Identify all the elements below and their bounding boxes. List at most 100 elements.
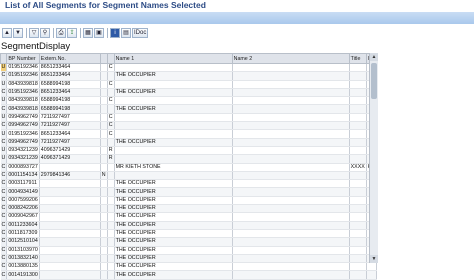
table-cell[interactable] bbox=[107, 221, 115, 230]
table-cell[interactable] bbox=[232, 212, 350, 222]
table-row[interactable]: C 0994962749 7211927497 THE OCCUPIER bbox=[0, 138, 377, 147]
table-cell[interactable] bbox=[232, 270, 350, 280]
table-row[interactable]: C 0994962749 7211927497 C bbox=[0, 121, 377, 131]
table-cell[interactable] bbox=[349, 237, 367, 247]
table-cell[interactable] bbox=[349, 80, 367, 89]
table-cell[interactable]: THE OCCUPIER bbox=[114, 104, 233, 114]
table-row[interactable]: C 0012510104 THE OCCUPIER bbox=[0, 237, 377, 247]
table-cell[interactable]: 0013880135 bbox=[6, 262, 40, 272]
table-row[interactable]: C 0001154134 2979841346 N bbox=[0, 171, 377, 181]
table-cell[interactable]: 6588994198 bbox=[39, 80, 101, 89]
table-cell[interactable] bbox=[39, 196, 101, 206]
table-row[interactable]: C 0013832140 THE OCCUPIER bbox=[0, 254, 377, 264]
table-cell[interactable]: 7211927497 bbox=[39, 113, 101, 123]
table-cell[interactable]: 7211927497 bbox=[39, 121, 101, 131]
table-cell[interactable] bbox=[349, 179, 367, 189]
table-cell[interactable] bbox=[107, 171, 115, 181]
table-cell[interactable] bbox=[100, 204, 108, 214]
table-cell[interactable] bbox=[349, 104, 367, 114]
table-cell[interactable]: THE OCCUPIER bbox=[114, 179, 233, 189]
table-cell[interactable] bbox=[114, 121, 233, 131]
layout-button[interactable]: ▦ bbox=[83, 27, 93, 38]
table-cell[interactable] bbox=[107, 229, 115, 239]
scroll-up-icon[interactable]: ▲ bbox=[370, 53, 378, 61]
scroll-down-icon[interactable]: ▼ bbox=[370, 255, 378, 263]
table-row[interactable]: C 0011233604 THE OCCUPIER bbox=[0, 221, 377, 230]
column-header[interactable] bbox=[99, 53, 108, 64]
table-row[interactable]: C 0008242206 THE OCCUPIER bbox=[0, 204, 377, 214]
table-cell[interactable]: 0934321239 bbox=[6, 154, 40, 164]
column-header[interactable]: Name 1 bbox=[113, 53, 233, 64]
table-cell[interactable]: C bbox=[107, 96, 115, 106]
table-cell[interactable] bbox=[232, 154, 350, 164]
table-cell[interactable]: 4096371429 bbox=[39, 146, 101, 156]
table-cell[interactable]: MR KIETH STONE bbox=[114, 163, 233, 172]
table-cell[interactable]: 0994962749 bbox=[6, 113, 40, 123]
table-cell[interactable] bbox=[349, 187, 367, 197]
table-cell[interactable] bbox=[100, 163, 108, 172]
table-cell[interactable] bbox=[39, 254, 101, 264]
table-row[interactable]: U 0934321239 4096371429 R bbox=[0, 154, 377, 164]
table-cell[interactable] bbox=[366, 270, 377, 280]
table-cell[interactable] bbox=[100, 129, 108, 139]
table-cell[interactable] bbox=[114, 154, 233, 164]
table-cell[interactable] bbox=[232, 262, 350, 272]
table-cell[interactable] bbox=[114, 129, 233, 139]
table-cell[interactable]: 6588994198 bbox=[39, 96, 101, 106]
table-cell[interactable] bbox=[39, 163, 101, 172]
table-cell[interactable]: 0013103970 bbox=[6, 246, 40, 255]
table-row[interactable]: C 0009042967 THE OCCUPIER bbox=[0, 212, 377, 222]
table-cell[interactable] bbox=[349, 121, 367, 131]
table-cell[interactable] bbox=[232, 63, 350, 73]
table-cell[interactable]: 0843939818 bbox=[6, 104, 40, 114]
table-row[interactable]: C 0011817309 THE OCCUPIER bbox=[0, 229, 377, 239]
table-cell[interactable] bbox=[114, 96, 233, 106]
table-cell[interactable] bbox=[232, 129, 350, 139]
table-cell[interactable] bbox=[107, 187, 115, 197]
table-cell[interactable] bbox=[232, 221, 350, 230]
scroll-thumb[interactable] bbox=[371, 63, 377, 99]
column-header[interactable]: Title bbox=[348, 53, 367, 64]
table-cell[interactable]: 8651233464 bbox=[39, 71, 101, 81]
table-cell[interactable] bbox=[100, 96, 108, 106]
table-cell[interactable] bbox=[349, 270, 367, 280]
table-cell[interactable] bbox=[100, 146, 108, 156]
table-cell[interactable] bbox=[232, 187, 350, 197]
table-cell[interactable] bbox=[39, 204, 101, 214]
table-cell[interactable]: 0011817309 bbox=[6, 229, 40, 239]
vertical-scrollbar[interactable]: ▲ ▼ bbox=[369, 53, 378, 263]
table-cell[interactable] bbox=[100, 113, 108, 123]
table-cell[interactable] bbox=[107, 204, 115, 214]
table-cell[interactable] bbox=[39, 229, 101, 239]
table-cell[interactable] bbox=[107, 138, 115, 147]
table-cell[interactable]: N bbox=[100, 171, 108, 181]
table-cell[interactable]: 0195192346 bbox=[6, 63, 40, 73]
table-cell[interactable]: THE OCCUPIER bbox=[114, 138, 233, 147]
table-row[interactable]: U 0934321239 4096371429 R bbox=[0, 146, 377, 156]
table-cell[interactable] bbox=[232, 113, 350, 123]
table-cell[interactable] bbox=[349, 129, 367, 139]
table-cell[interactable] bbox=[107, 179, 115, 189]
table-cell[interactable] bbox=[107, 254, 115, 264]
table-cell[interactable] bbox=[232, 229, 350, 239]
table-cell[interactable]: 0014191300 bbox=[6, 270, 40, 280]
table-cell[interactable] bbox=[232, 88, 350, 98]
table-cell[interactable] bbox=[232, 138, 350, 147]
table-cell[interactable]: THE OCCUPIER bbox=[114, 212, 233, 222]
sort-descending-button[interactable]: ▼ bbox=[13, 27, 23, 38]
filter-button[interactable]: ▽ bbox=[29, 27, 39, 38]
table-cell[interactable] bbox=[100, 187, 108, 197]
table-row[interactable]: U 0195192346 8651233464 C bbox=[0, 63, 377, 73]
table-cell[interactable] bbox=[232, 146, 350, 156]
table-cell[interactable] bbox=[39, 187, 101, 197]
table-cell[interactable] bbox=[39, 262, 101, 272]
table-cell[interactable]: R bbox=[107, 154, 115, 164]
table-cell[interactable]: 6588994198 bbox=[39, 104, 101, 114]
table-cell[interactable] bbox=[39, 179, 101, 189]
table-cell[interactable]: C bbox=[107, 113, 115, 123]
table-row[interactable]: U 0994962749 7211927497 C bbox=[0, 113, 377, 123]
table-cell[interactable]: R bbox=[107, 146, 115, 156]
table-cell[interactable] bbox=[39, 221, 101, 230]
table-cell[interactable] bbox=[39, 237, 101, 247]
table-cell[interactable]: 0012510104 bbox=[6, 237, 40, 247]
